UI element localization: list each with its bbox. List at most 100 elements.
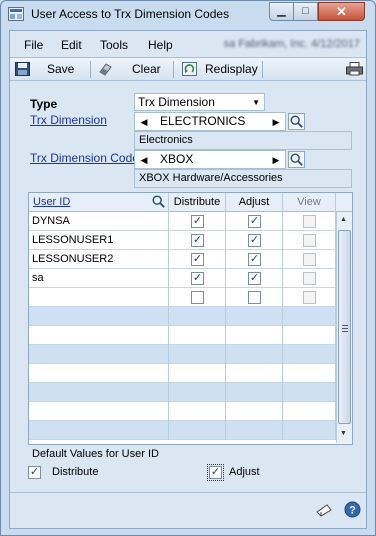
- adjust-checkbox[interactable]: ✓: [248, 215, 261, 228]
- default-adjust-label: Adjust: [229, 466, 260, 478]
- distribute-checkbox[interactable]: ✓: [191, 215, 204, 228]
- table-row[interactable]: sa ✓ ✓: [29, 269, 336, 288]
- trx-dimension-code-link[interactable]: Trx Dimension Code: [30, 151, 139, 165]
- trx-dimension-code-value: XBOX: [160, 152, 194, 166]
- maximize-button[interactable]: □: [293, 2, 318, 21]
- next-arrow-icon[interactable]: ▶: [267, 113, 285, 132]
- view-cell: [283, 307, 336, 326]
- window: User Access to Trx Dimension Codes ▁ □ ✕…: [0, 0, 376, 536]
- vertical-scrollbar[interactable]: ▲ ▼: [336, 212, 352, 443]
- default-distribute-checkbox[interactable]: ✓: [28, 466, 41, 479]
- view-cell: [283, 364, 336, 383]
- save-button[interactable]: Save: [47, 61, 74, 78]
- window-title: User Access to Trx Dimension Codes: [31, 7, 230, 21]
- redisplay-icon: [182, 62, 197, 76]
- close-button[interactable]: ✕: [318, 2, 365, 21]
- adjust-checkbox[interactable]: ✓: [248, 234, 261, 247]
- distribute-cell: ✓: [169, 231, 226, 250]
- distribute-checkbox[interactable]: ✓: [191, 234, 204, 247]
- user-id-cell[interactable]: [29, 421, 169, 440]
- table-row[interactable]: [29, 288, 336, 307]
- user-id-cell[interactable]: [29, 364, 169, 383]
- user-id-cell[interactable]: [29, 288, 169, 307]
- table-row[interactable]: [29, 326, 336, 345]
- user-id-cell[interactable]: DYNSA: [29, 212, 169, 231]
- table-row[interactable]: [29, 307, 336, 326]
- lookup-magnifier-icon[interactable]: [288, 151, 305, 168]
- distribute-cell: [169, 345, 226, 364]
- note-icon[interactable]: [315, 502, 333, 518]
- table-row[interactable]: LESSONUSER1 ✓ ✓: [29, 231, 336, 250]
- default-adjust-checkbox[interactable]: ✓: [207, 464, 224, 481]
- trx-dimension-link[interactable]: Trx Dimension: [30, 113, 107, 127]
- type-dropdown[interactable]: Trx Dimension ▼: [134, 93, 265, 111]
- lookup-magnifier-icon[interactable]: [288, 113, 305, 130]
- adjust-checkbox[interactable]: [248, 291, 261, 304]
- bottom-separator: [10, 492, 366, 493]
- view-cell: [283, 402, 336, 421]
- distribute-cell: [169, 402, 226, 421]
- adjust-cell: [226, 307, 283, 326]
- user-id-header-label: User ID: [33, 196, 71, 208]
- user-id-cell[interactable]: [29, 326, 169, 345]
- help-icon[interactable]: ?: [344, 501, 361, 518]
- toolbar-separator: [173, 61, 174, 78]
- view-cell: [283, 269, 336, 288]
- view-column-header: View: [283, 193, 336, 212]
- view-cell: [283, 288, 336, 307]
- redisplay-button[interactable]: Redisplay: [205, 61, 258, 78]
- table-row[interactable]: LESSONUSER2 ✓ ✓: [29, 250, 336, 269]
- table-row[interactable]: [29, 402, 336, 421]
- menu-file[interactable]: File: [24, 38, 43, 52]
- distribute-cell: [169, 364, 226, 383]
- user-id-cell[interactable]: LESSONUSER2: [29, 250, 169, 269]
- trx-dimension-code-field[interactable]: ◀ XBOX ▶: [134, 150, 286, 169]
- user-id-column-header[interactable]: User ID: [29, 193, 169, 212]
- table-row[interactable]: [29, 421, 336, 440]
- table-row[interactable]: [29, 364, 336, 383]
- menu-bar: File Edit Tools Help sa Fabrikam, Inc. 4…: [10, 31, 366, 57]
- view-cell: [283, 326, 336, 345]
- distribute-cell: ✓: [169, 250, 226, 269]
- user-id-cell[interactable]: [29, 345, 169, 364]
- table-row[interactable]: [29, 345, 336, 364]
- adjust-cell: ✓: [226, 269, 283, 288]
- trx-dimension-description: Electronics: [134, 131, 352, 150]
- next-arrow-icon[interactable]: ▶: [267, 151, 285, 170]
- toolbar-separator: [90, 61, 91, 78]
- adjust-checkbox[interactable]: ✓: [248, 272, 261, 285]
- user-access-grid: User ID Distribute Adjust View DYNSA ✓ ✓ LE…: [28, 192, 353, 445]
- table-row[interactable]: [29, 383, 336, 402]
- user-id-cell[interactable]: sa: [29, 269, 169, 288]
- distribute-checkbox[interactable]: ✓: [191, 253, 204, 266]
- previous-arrow-icon[interactable]: ◀: [135, 151, 153, 170]
- adjust-checkbox[interactable]: ✓: [248, 253, 261, 266]
- adjust-cell: [226, 383, 283, 402]
- distribute-checkbox[interactable]: [191, 291, 204, 304]
- view-cell: [283, 250, 336, 269]
- table-row[interactable]: DYNSA ✓ ✓: [29, 212, 336, 231]
- search-icon[interactable]: [151, 194, 166, 209]
- minimize-button[interactable]: ▁: [269, 2, 294, 21]
- trx-dimension-value: ELECTRONICS: [160, 114, 246, 128]
- scroll-up-icon[interactable]: ▲: [340, 216, 347, 223]
- scroll-down-icon[interactable]: ▼: [340, 430, 347, 437]
- view-checkbox: [303, 253, 316, 266]
- menu-edit[interactable]: Edit: [61, 38, 82, 52]
- distribute-checkbox[interactable]: ✓: [191, 272, 204, 285]
- adjust-cell: [226, 421, 283, 440]
- user-id-cell[interactable]: [29, 383, 169, 402]
- client-area: File Edit Tools Help sa Fabrikam, Inc. 4…: [9, 30, 367, 529]
- svg-text:?: ?: [349, 505, 356, 517]
- default-distribute-label: Distribute: [52, 466, 99, 478]
- user-id-cell[interactable]: LESSONUSER1: [29, 231, 169, 250]
- trx-dimension-field[interactable]: ◀ ELECTRONICS ▶: [134, 112, 286, 131]
- menu-tools[interactable]: Tools: [100, 38, 128, 52]
- scrollbar-thumb[interactable]: [338, 230, 351, 424]
- user-id-cell[interactable]: [29, 307, 169, 326]
- menu-help[interactable]: Help: [148, 38, 173, 52]
- previous-arrow-icon[interactable]: ◀: [135, 113, 153, 132]
- user-id-cell[interactable]: [29, 402, 169, 421]
- print-icon[interactable]: [346, 62, 363, 76]
- clear-button[interactable]: Clear: [132, 61, 161, 78]
